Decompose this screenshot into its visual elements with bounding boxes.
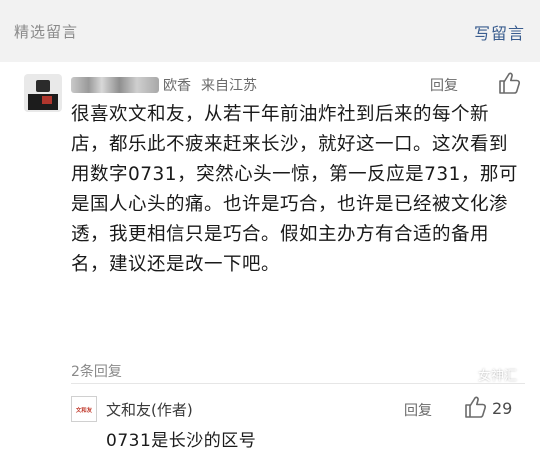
thumbs-up-icon[interactable] — [462, 394, 488, 420]
write-comment-button[interactable]: 写留言 — [474, 20, 525, 44]
author-logo-text: 文和友 — [75, 406, 93, 414]
watermark: 女神汇 — [456, 363, 517, 385]
location-label: 来自江苏 — [201, 78, 257, 94]
watermark-text: 女神汇 — [478, 368, 518, 384]
author-reply-button[interactable]: 回复 — [404, 400, 432, 420]
comment-meta: 欧香 来自江苏 — [71, 74, 257, 96]
avatar[interactable] — [24, 74, 62, 112]
comments-header: 精选留言 写留言 — [0, 0, 540, 62]
author-reply-text: 0731是长沙的区号 — [106, 431, 257, 451]
author-name: 文和友(作者) — [106, 401, 193, 419]
reply-button[interactable]: 回复 — [430, 75, 458, 95]
reply-count-link[interactable]: 2条回复 — [71, 361, 122, 381]
author-avatar[interactable]: 文和友 — [71, 396, 97, 422]
thumbs-up-icon[interactable] — [496, 70, 522, 96]
blurred-username — [71, 77, 159, 93]
selected-comments-title: 精选留言 — [14, 23, 79, 41]
username: 欧香 — [163, 78, 191, 94]
comment-text: 很喜欢文和友，从若干年前油炸社到后来的每个新店，都乐此不疲来赶来长沙，就好这一口… — [71, 104, 518, 275]
wechat-icon — [456, 367, 474, 381]
